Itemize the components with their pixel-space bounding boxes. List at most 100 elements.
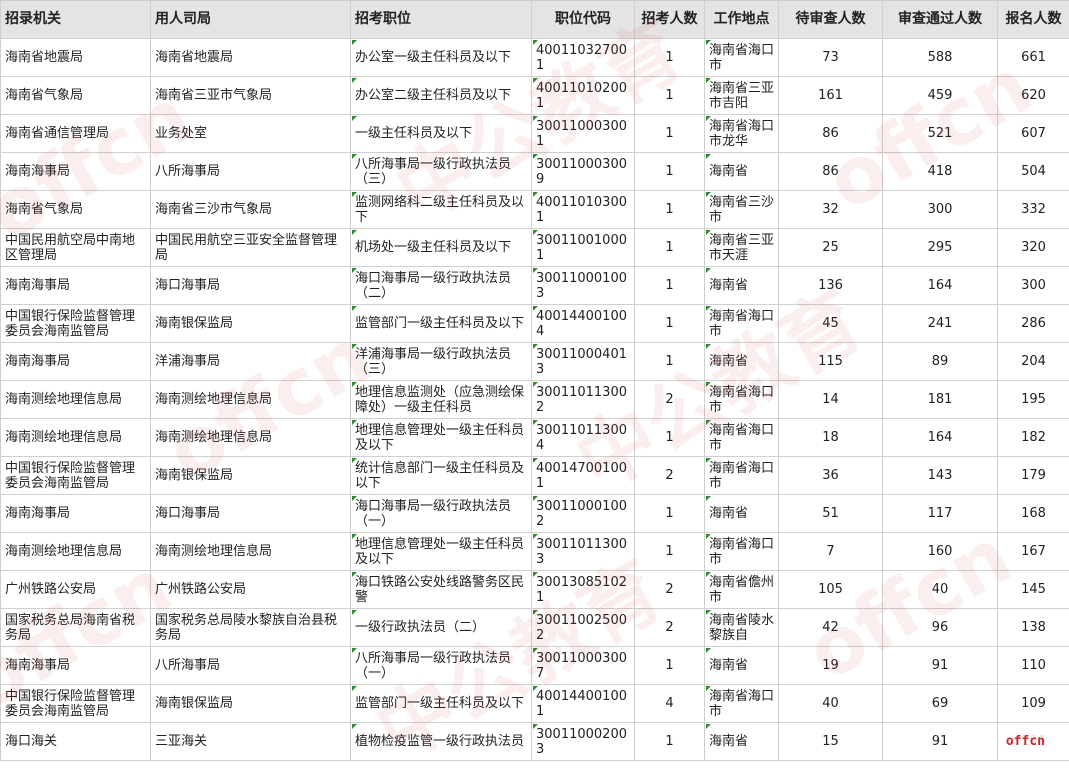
cell-department[interactable]: 中国民用航空三亚安全监督管理局	[151, 229, 351, 267]
table-row[interactable]: 海南省气象局海南省三沙市气象局监测网络科二级主任科员及以下40011010300…	[1, 191, 1069, 229]
cell-location[interactable]: 海南省海口市	[705, 685, 779, 723]
cell-department[interactable]: 海南银保监局	[151, 685, 351, 723]
header-applicants[interactable]: 报名人数	[998, 1, 1069, 39]
cell-applicants[interactable]: 286	[998, 305, 1069, 343]
cell-position-code[interactable]: 400144001004	[532, 305, 635, 343]
cell-agency[interactable]: 中国银行保险监督管理委员会海南监管局	[1, 305, 151, 343]
cell-location[interactable]: 海南省	[705, 647, 779, 685]
table-row[interactable]: 海南海事局八所海事局八所海事局一级行政执法员（三）3001100030091海南…	[1, 153, 1069, 191]
cell-quota[interactable]: 1	[635, 115, 705, 153]
cell-pending[interactable]: 7	[779, 533, 883, 571]
cell-pending[interactable]: 25	[779, 229, 883, 267]
cell-location[interactable]: 海南省海口市	[705, 533, 779, 571]
cell-location[interactable]: 海南省	[705, 723, 779, 761]
cell-pending[interactable]: 15	[779, 723, 883, 761]
cell-location[interactable]: 海南省三沙市	[705, 191, 779, 229]
cell-location[interactable]: 海南省	[705, 495, 779, 533]
table-row[interactable]: 海南海事局八所海事局八所海事局一级行政执法员（一）3001100030071海南…	[1, 647, 1069, 685]
cell-quota[interactable]: 1	[635, 153, 705, 191]
cell-position-code[interactable]: 300110003009	[532, 153, 635, 191]
cell-approved[interactable]: 418	[883, 153, 998, 191]
table-row[interactable]: 海南海事局海口海事局海口海事局一级行政执法员（二）3001100010031海南…	[1, 267, 1069, 305]
cell-applicants[interactable]: 110	[998, 647, 1069, 685]
cell-quota[interactable]: 2	[635, 609, 705, 647]
cell-agency[interactable]: 海南海事局	[1, 153, 151, 191]
cell-approved[interactable]: 160	[883, 533, 998, 571]
cell-approved[interactable]: 241	[883, 305, 998, 343]
cell-location[interactable]: 海南省三亚市吉阳	[705, 77, 779, 115]
header-location[interactable]: 工作地点	[705, 1, 779, 39]
cell-position[interactable]: 八所海事局一级行政执法员（三）	[351, 153, 532, 191]
cell-position-code[interactable]: 300110010001	[532, 229, 635, 267]
table-row[interactable]: 海南测绘地理信息局海南测绘地理信息局地理信息管理处一级主任科员及以下300110…	[1, 533, 1069, 571]
cell-pending[interactable]: 45	[779, 305, 883, 343]
cell-position-code[interactable]: 400110102001	[532, 77, 635, 115]
cell-pending[interactable]: 86	[779, 115, 883, 153]
cell-approved[interactable]: 521	[883, 115, 998, 153]
cell-pending[interactable]: 105	[779, 571, 883, 609]
cell-location[interactable]: 海南省	[705, 343, 779, 381]
cell-position[interactable]: 办公室一级主任科员及以下	[351, 39, 532, 77]
cell-agency[interactable]: 中国民用航空局中南地区管理局	[1, 229, 151, 267]
cell-approved[interactable]: 588	[883, 39, 998, 77]
cell-approved[interactable]: 459	[883, 77, 998, 115]
cell-quota[interactable]: 2	[635, 381, 705, 419]
table-row[interactable]: 海南海事局洋浦海事局洋浦海事局一级行政执法员（三）3001100040131海南…	[1, 343, 1069, 381]
cell-agency[interactable]: 海南海事局	[1, 343, 151, 381]
cell-department[interactable]: 海南省三沙市气象局	[151, 191, 351, 229]
cell-position[interactable]: 海口海事局一级行政执法员（一）	[351, 495, 532, 533]
cell-quota[interactable]: 1	[635, 77, 705, 115]
cell-department[interactable]: 洋浦海事局	[151, 343, 351, 381]
cell-approved[interactable]: 295	[883, 229, 998, 267]
cell-approved[interactable]: 300	[883, 191, 998, 229]
cell-department[interactable]: 业务处室	[151, 115, 351, 153]
cell-location[interactable]: 海南省	[705, 267, 779, 305]
cell-applicants[interactable]: 179	[998, 457, 1069, 495]
cell-pending[interactable]: 40	[779, 685, 883, 723]
cell-pending[interactable]: 161	[779, 77, 883, 115]
cell-approved[interactable]: 89	[883, 343, 998, 381]
cell-applicants[interactable]: 168	[998, 495, 1069, 533]
cell-approved[interactable]: 143	[883, 457, 998, 495]
cell-position[interactable]: 海口铁路公安处线路警务区民警	[351, 571, 532, 609]
cell-department[interactable]: 三亚海关	[151, 723, 351, 761]
cell-location[interactable]: 海南省海口市	[705, 381, 779, 419]
cell-location[interactable]: 海南省陵水黎族自	[705, 609, 779, 647]
cell-department[interactable]: 八所海事局	[151, 647, 351, 685]
cell-pending[interactable]: 73	[779, 39, 883, 77]
cell-quota[interactable]: 1	[635, 39, 705, 77]
cell-position-code[interactable]: 300130851021	[532, 571, 635, 609]
cell-quota[interactable]: 1	[635, 533, 705, 571]
cell-department[interactable]: 广州铁路公安局	[151, 571, 351, 609]
cell-location[interactable]: 海南省海口市	[705, 39, 779, 77]
cell-quota[interactable]: 2	[635, 571, 705, 609]
cell-quota[interactable]: 1	[635, 191, 705, 229]
cell-location[interactable]: 海南省海口市	[705, 419, 779, 457]
table-row[interactable]: 中国民用航空局中南地区管理局中国民用航空三亚安全监督管理局机场处一级主任科员及以…	[1, 229, 1069, 267]
cell-position[interactable]: 机场处一级主任科员及以下	[351, 229, 532, 267]
cell-applicants[interactable]: 138	[998, 609, 1069, 647]
cell-pending[interactable]: 14	[779, 381, 883, 419]
cell-position[interactable]: 一级行政执法员（二）	[351, 609, 532, 647]
cell-applicants[interactable]: 607	[998, 115, 1069, 153]
cell-quota[interactable]: 1	[635, 305, 705, 343]
cell-quota[interactable]: 1	[635, 267, 705, 305]
cell-agency[interactable]: 海南测绘地理信息局	[1, 533, 151, 571]
cell-position-code[interactable]: 300110025002	[532, 609, 635, 647]
cell-position[interactable]: 植物检疫监管一级行政执法员	[351, 723, 532, 761]
cell-agency[interactable]: 海南测绘地理信息局	[1, 381, 151, 419]
table-row[interactable]: 海南测绘地理信息局海南测绘地理信息局地理信息管理处一级主任科员及以下300110…	[1, 419, 1069, 457]
cell-quota[interactable]: 1	[635, 419, 705, 457]
cell-approved[interactable]: 91	[883, 647, 998, 685]
cell-agency[interactable]: 海南省气象局	[1, 191, 151, 229]
table-row[interactable]: 海南省气象局海南省三亚市气象局办公室二级主任科员及以下4001101020011…	[1, 77, 1069, 115]
table-row[interactable]: 海南省通信管理局业务处室一级主任科员及以下3001100030011海南省海口市…	[1, 115, 1069, 153]
cell-applicants[interactable]: 320	[998, 229, 1069, 267]
cell-pending[interactable]: 86	[779, 153, 883, 191]
cell-location[interactable]: 海南省儋州市	[705, 571, 779, 609]
cell-position-code[interactable]: 400110327001	[532, 39, 635, 77]
cell-applicants[interactable]: 167	[998, 533, 1069, 571]
cell-position-code[interactable]: 300110113002	[532, 381, 635, 419]
cell-agency[interactable]: 国家税务总局海南省税务局	[1, 609, 151, 647]
table-row[interactable]: 中国银行保险监督管理委员会海南监管局海南银保监局监管部门一级主任科员及以下400…	[1, 305, 1069, 343]
